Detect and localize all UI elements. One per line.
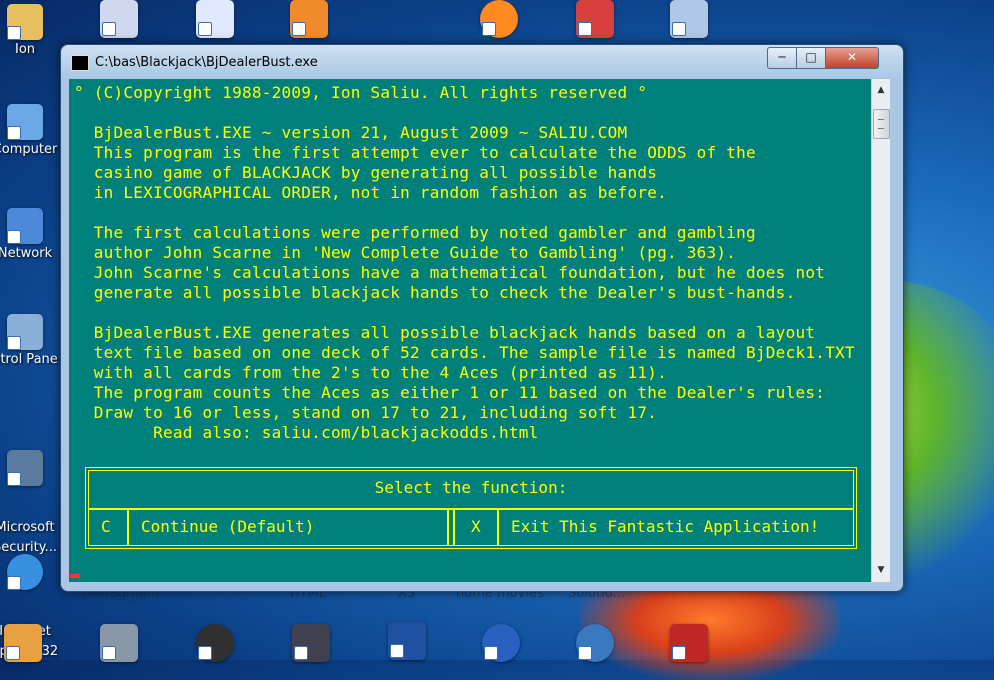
console-line: This program is the first attempt ever t… (74, 143, 756, 162)
desktop-icon-label: ntrol Pane (0, 352, 58, 367)
c4-icon[interactable] (388, 622, 426, 660)
close-button[interactable]: ✕ (825, 47, 879, 69)
text-cursor (70, 574, 80, 578)
function-menu: Select the function: C Continue (Default… (85, 467, 857, 549)
scroll-up-arrow-icon[interactable]: ▲ (872, 81, 890, 99)
menu-divider (127, 508, 129, 545)
desktop-shortcut-icon[interactable] (290, 0, 328, 38)
desktop-icon-network[interactable]: Network (0, 208, 60, 261)
console-line: The program counts the Aces as either 1 … (74, 383, 826, 402)
console-line: text file based on one deck of 52 cards.… (74, 343, 855, 362)
exit-key[interactable]: X (471, 508, 481, 545)
desktop-icon-label: Computer (0, 142, 58, 157)
exit-option[interactable]: Exit This Fantastic Application! (511, 508, 819, 545)
desktop-shortcut-icon[interactable] (576, 0, 614, 38)
console-app-icon (71, 55, 89, 71)
maximize-button[interactable]: □ (796, 47, 826, 69)
desktop-icon-label: Network (0, 246, 53, 261)
desktop-shortcut-icon[interactable] (670, 624, 708, 662)
console-line: John Scarne's calculations have a mathem… (74, 263, 826, 282)
menu-divider (497, 508, 499, 545)
desktop-icon-ion[interactable]: Ion (0, 4, 60, 57)
console-line: casino game of BLACKJACK by generating a… (74, 163, 658, 182)
desktop-shortcut-icon[interactable] (292, 624, 330, 662)
console-line: author John Scarne in 'New Complete Guid… (74, 243, 737, 262)
console-line: generate all possible blackjack hands to… (74, 283, 796, 302)
title-bar[interactable]: C:\bas\Blackjack\BjDealerBust.exe ─ □ ✕ (61, 45, 903, 79)
minimize-button[interactable]: ─ (767, 47, 797, 69)
internet-explorer-icon (7, 554, 43, 590)
console-window[interactable]: C:\bas\Blackjack\BjDealerBust.exe ─ □ ✕ … (60, 44, 904, 592)
desktop-icon-label: Ion (14, 42, 36, 57)
desktop-shortcut-icon[interactable] (4, 624, 42, 662)
console-line: BjDealerBust.EXE ~ version 21, August 20… (74, 123, 628, 142)
console-line: BjDealerBust.EXE generates all possible … (74, 323, 816, 342)
console-line: ° (C)Copyright 1988-2009, Ion Saliu. All… (74, 83, 648, 102)
continue-option[interactable]: Continue (Default) (141, 508, 314, 545)
control-panel-icon (7, 314, 43, 350)
tvu-icon[interactable] (196, 624, 234, 662)
menu-divider (447, 508, 455, 545)
desktop-icon-computer[interactable]: Computer (0, 104, 60, 157)
menu-header: Select the function: (89, 471, 853, 510)
security-icon (7, 450, 43, 486)
continue-key[interactable]: C (101, 508, 111, 545)
computer-icon (7, 104, 43, 140)
console-line: Draw to 16 or less, stand on 17 to 21, i… (74, 403, 658, 422)
console-line: with all cards from the 2's to the 4 Ace… (74, 363, 667, 382)
desktop-shortcut-icon[interactable] (100, 624, 138, 662)
desktop-shortcut-icon[interactable] (196, 0, 234, 38)
console-line: The first calculations were performed by… (74, 223, 756, 242)
network-icon (7, 208, 43, 244)
media-icon[interactable] (482, 624, 520, 662)
console-line: Read also: saliu.com/blackjackodds.html (74, 423, 539, 442)
console-line: in LEXICOGRAPHICAL ORDER, not in random … (74, 183, 667, 202)
vertical-scrollbar[interactable]: ▲ ▼ (871, 79, 890, 582)
user-folder-icon (7, 4, 43, 40)
firefox-icon[interactable] (480, 0, 518, 38)
console-output[interactable]: ° (C)Copyright 1988-2009, Ion Saliu. All… (69, 79, 871, 582)
scroll-thumb[interactable] (873, 109, 890, 139)
scroll-down-arrow-icon[interactable]: ▼ (872, 561, 890, 579)
desktop-shortcut-icon[interactable] (670, 0, 708, 38)
window-title: C:\bas\Blackjack\BjDealerBust.exe (95, 55, 318, 70)
desktop-shortcut-icon[interactable] (576, 624, 614, 662)
desktop-shortcut-icon[interactable] (100, 0, 138, 38)
desktop-icon-control-panel[interactable]: ntrol Pane (0, 314, 60, 367)
